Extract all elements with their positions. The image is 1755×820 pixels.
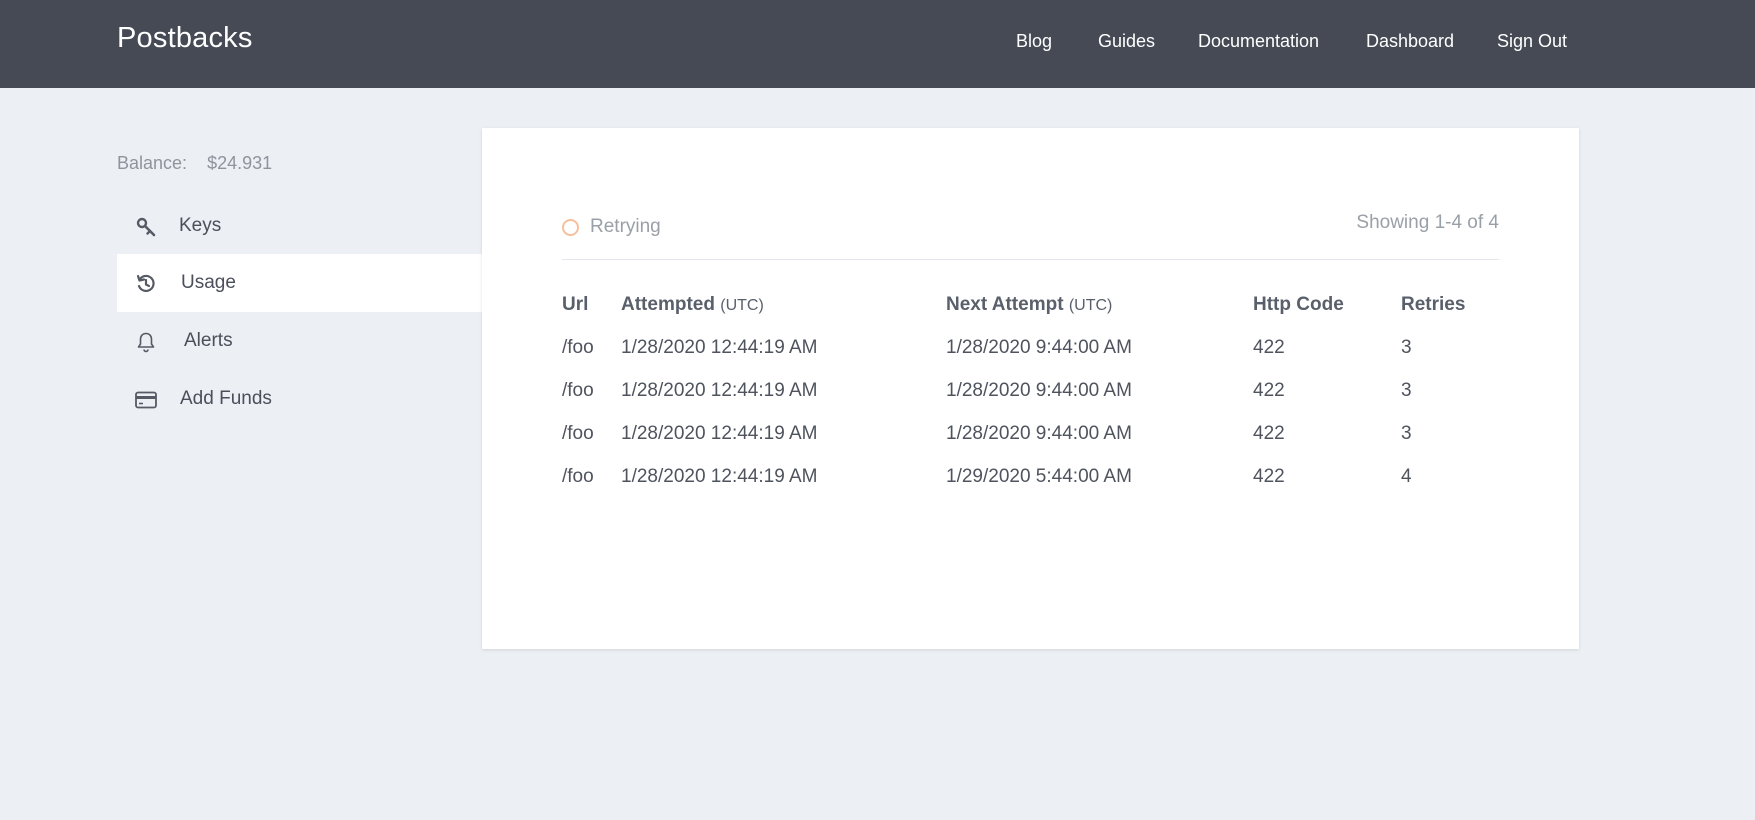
- column-header-next-attempt: Next Attempt (UTC): [946, 294, 1113, 315]
- top-navbar: Postbacks Blog Guides Documentation Dash…: [0, 0, 1755, 88]
- cell-next-attempt: 1/28/2020 9:44:00 AM: [946, 423, 1132, 444]
- nav-sign-out-link[interactable]: Sign Out: [1497, 31, 1567, 52]
- sidebar-item-alerts[interactable]: Alerts: [117, 312, 482, 370]
- cell-http-code: 422: [1253, 337, 1285, 358]
- history-icon: [135, 273, 157, 295]
- key-icon: [135, 216, 157, 238]
- column-header-url: Url: [562, 294, 589, 315]
- pagination-summary: Showing 1-4 of 4: [1356, 212, 1499, 233]
- cell-attempted: 1/28/2020 12:44:19 AM: [621, 423, 818, 444]
- status-filter[interactable]: Retrying: [562, 214, 661, 240]
- main-nav: Blog Guides Documentation Dashboard Sign…: [0, 31, 1755, 55]
- cell-http-code: 422: [1253, 466, 1285, 487]
- sidebar-item-add-funds[interactable]: Add Funds: [117, 370, 482, 428]
- column-header-http-code: Http Code: [1253, 294, 1344, 315]
- balance-value: $24.931: [207, 153, 273, 173]
- divider: [562, 259, 1499, 260]
- column-header-attempted: Attempted (UTC): [621, 294, 764, 315]
- bell-icon: [135, 331, 157, 353]
- cell-http-code: 422: [1253, 423, 1285, 444]
- cell-retries: 3: [1401, 337, 1412, 358]
- cell-attempted: 1/28/2020 12:44:19 AM: [621, 466, 818, 487]
- cell-next-attempt: 1/28/2020 9:44:00 AM: [946, 337, 1132, 358]
- cell-url: /foo: [562, 337, 594, 358]
- sidebar-item-keys[interactable]: Keys: [117, 197, 482, 255]
- cell-url: /foo: [562, 423, 594, 444]
- postbacks-card: Retrying Showing 1-4 of 4 Url Attempted …: [482, 128, 1579, 649]
- cell-attempted: 1/28/2020 12:44:19 AM: [621, 337, 818, 358]
- balance-label: Balance:: [117, 153, 188, 173]
- nav-guides-link[interactable]: Guides: [1098, 31, 1155, 52]
- cell-url: /foo: [562, 380, 594, 401]
- sidebar-item-label: Alerts: [184, 330, 233, 351]
- cell-attempted: 1/28/2020 12:44:19 AM: [621, 380, 818, 401]
- nav-blog-link[interactable]: Blog: [1016, 31, 1052, 52]
- cell-next-attempt: 1/28/2020 9:44:00 AM: [946, 380, 1132, 401]
- sidebar-item-label: Add Funds: [180, 388, 272, 409]
- sidebar-item-label: Usage: [181, 272, 236, 293]
- column-header-retries: Retries: [1401, 294, 1466, 315]
- cell-http-code: 422: [1253, 380, 1285, 401]
- cell-retries: 3: [1401, 423, 1412, 444]
- cell-retries: 3: [1401, 380, 1412, 401]
- nav-dashboard-link[interactable]: Dashboard: [1366, 31, 1454, 52]
- status-ring-icon: [562, 218, 579, 236]
- cell-next-attempt: 1/29/2020 5:44:00 AM: [946, 466, 1132, 487]
- cell-url: /foo: [562, 466, 594, 487]
- status-label: Retrying: [590, 216, 661, 237]
- nav-documentation-link[interactable]: Documentation: [1198, 31, 1319, 52]
- credit-card-icon: [135, 389, 157, 411]
- cell-retries: 4: [1401, 466, 1412, 487]
- sidebar-item-label: Keys: [179, 215, 222, 236]
- balance-display: Balance: $24.931: [117, 153, 272, 174]
- sidebar-item-usage[interactable]: Usage: [117, 254, 482, 312]
